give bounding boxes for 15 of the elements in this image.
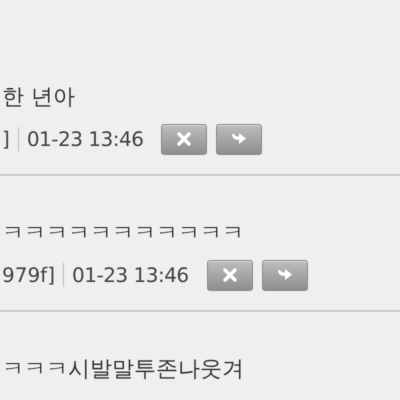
close-icon [222, 267, 238, 283]
arrow-icon [230, 131, 248, 147]
comment-date: 01-23 13:46 [72, 262, 189, 289]
reply-button[interactable] [262, 260, 308, 290]
comment-text: 한 년아 [2, 84, 75, 112]
close-icon [176, 131, 192, 147]
author-id: 979f] [2, 262, 56, 289]
comment-date: 01-23 13:46 [26, 126, 144, 153]
reply-button[interactable] [216, 124, 262, 154]
comment-text: ㅋㅋㅋ시발말투존나웃겨 [2, 356, 244, 384]
delete-button[interactable] [161, 124, 208, 154]
author-id: ] [2, 126, 10, 153]
delete-button[interactable] [206, 260, 253, 290]
arrow-icon [276, 267, 294, 283]
comment-text: ㅋㅋㅋㅋㅋㅋㅋㅋㅋㅋㅋ [2, 220, 244, 248]
